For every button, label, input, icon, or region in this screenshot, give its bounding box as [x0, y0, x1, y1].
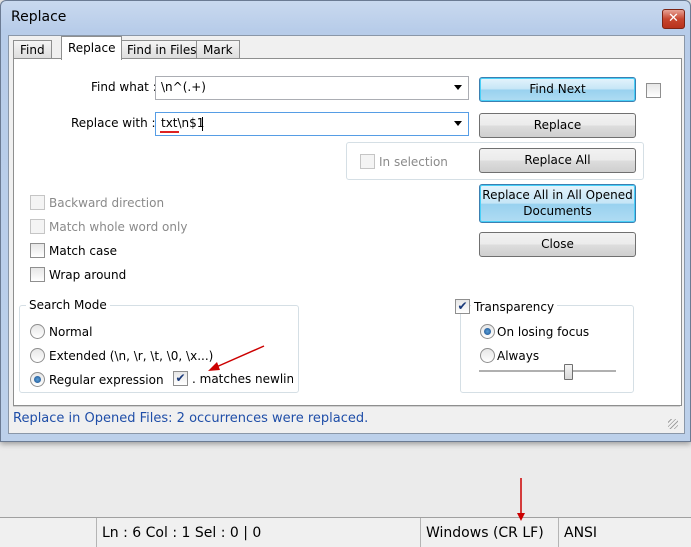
backward-direction-checkbox[interactable] — [30, 195, 45, 210]
find-what-value: \n^(.+) — [161, 80, 206, 94]
transparency-slider-thumb[interactable] — [564, 364, 574, 380]
normal-radio[interactable] — [30, 324, 45, 339]
search-mode-title: Search Mode — [26, 298, 110, 312]
dialog-status-bar: Replace in Opened Files: 2 occurrences w… — [13, 406, 680, 431]
replace-dialog: Replace ✕ Find Replace Find in Files Mar… — [0, 0, 691, 442]
arrow-to-eol — [517, 478, 525, 521]
replace-with-value: txt\n$1 — [161, 116, 205, 130]
encoding-segment[interactable]: ANSI — [558, 518, 691, 547]
always-radio[interactable] — [480, 348, 495, 363]
always-label: Always — [497, 349, 540, 363]
in-selection-checkbox[interactable] — [360, 154, 375, 169]
replace-panel: Find what : \n^(.+) Replace with : txt\n… — [13, 58, 682, 406]
app-status-bar: Ln : 6 Col : 1 Sel : 0 | 0 Windows (CR L… — [0, 517, 691, 547]
encoding-text: ANSI — [564, 525, 598, 541]
wrap-around-checkbox[interactable] — [30, 267, 45, 282]
find-next-button[interactable]: Find Next — [479, 77, 636, 102]
replace-with-label: Replace with : — [71, 116, 156, 130]
backward-direction-label: Backward direction — [49, 196, 165, 210]
matches-newline-checkbox[interactable]: ✔ — [173, 371, 188, 386]
on-losing-focus-label: On losing focus — [497, 325, 590, 339]
extended-radio[interactable] — [30, 348, 45, 363]
tab-mark[interactable]: Mark — [196, 40, 240, 59]
close-button[interactable]: Close — [479, 232, 636, 257]
on-losing-focus-radio[interactable] — [480, 324, 495, 339]
replace-all-opened-line2: Documents — [523, 204, 592, 218]
position-segment: Ln : 6 Col : 1 Sel : 0 | 0 — [96, 518, 417, 547]
text-caret — [202, 117, 203, 131]
matches-newline-label: . matches newline — [192, 372, 293, 386]
normal-label: Normal — [49, 325, 93, 339]
spellcheck-underline — [160, 131, 179, 133]
match-case-checkbox[interactable] — [30, 243, 45, 258]
status-message: Replace in Opened Files: 2 occurrences w… — [13, 411, 369, 426]
transparency-checkbox[interactable]: ✔ — [455, 299, 470, 314]
regex-radio[interactable] — [30, 372, 45, 387]
tab-find-in-files[interactable]: Find in Files — [120, 40, 204, 59]
match-case-label: Match case — [49, 244, 118, 258]
replace-with-dropdown-icon[interactable] — [454, 121, 462, 126]
transparency-slider-track[interactable] — [479, 370, 616, 373]
replace-all-opened-button[interactable]: Replace All in All Opened Documents — [479, 184, 636, 223]
position-text: Ln : 6 Col : 1 Sel : 0 | 0 — [102, 525, 262, 541]
eol-segment[interactable]: Windows (CR LF) — [420, 518, 557, 547]
whole-word-label: Match whole word only — [49, 220, 188, 234]
replace-button[interactable]: Replace — [479, 113, 636, 138]
resize-grip-icon[interactable] — [668, 419, 678, 429]
extended-label: Extended (\n, \r, \t, \0, \x...) — [49, 349, 214, 363]
in-selection-label: In selection — [379, 155, 448, 169]
wrap-around-label: Wrap around — [49, 268, 127, 282]
replace-all-opened-line1: Replace All in All Opened — [482, 188, 633, 202]
transparency-title: Transparency — [471, 300, 558, 314]
dialog-client: Find Replace Find in Files Mark Find wha… — [8, 35, 685, 434]
close-icon[interactable]: ✕ — [662, 9, 685, 29]
tab-find[interactable]: Find — [13, 40, 52, 59]
find-what-combo[interactable]: \n^(.+) — [155, 76, 469, 100]
find-what-label: Find what : — [91, 80, 157, 94]
replace-all-button[interactable]: Replace All — [479, 148, 636, 173]
tab-replace[interactable]: Replace — [61, 36, 123, 60]
eol-text: Windows (CR LF) — [426, 525, 544, 541]
find-next-option-checkbox[interactable] — [646, 83, 661, 98]
whole-word-checkbox[interactable] — [30, 219, 45, 234]
find-what-dropdown-icon[interactable] — [454, 85, 462, 90]
replace-with-combo[interactable]: txt\n$1 — [155, 112, 469, 136]
dialog-title: Replace — [11, 9, 67, 25]
regex-label: Regular expression — [49, 373, 164, 387]
